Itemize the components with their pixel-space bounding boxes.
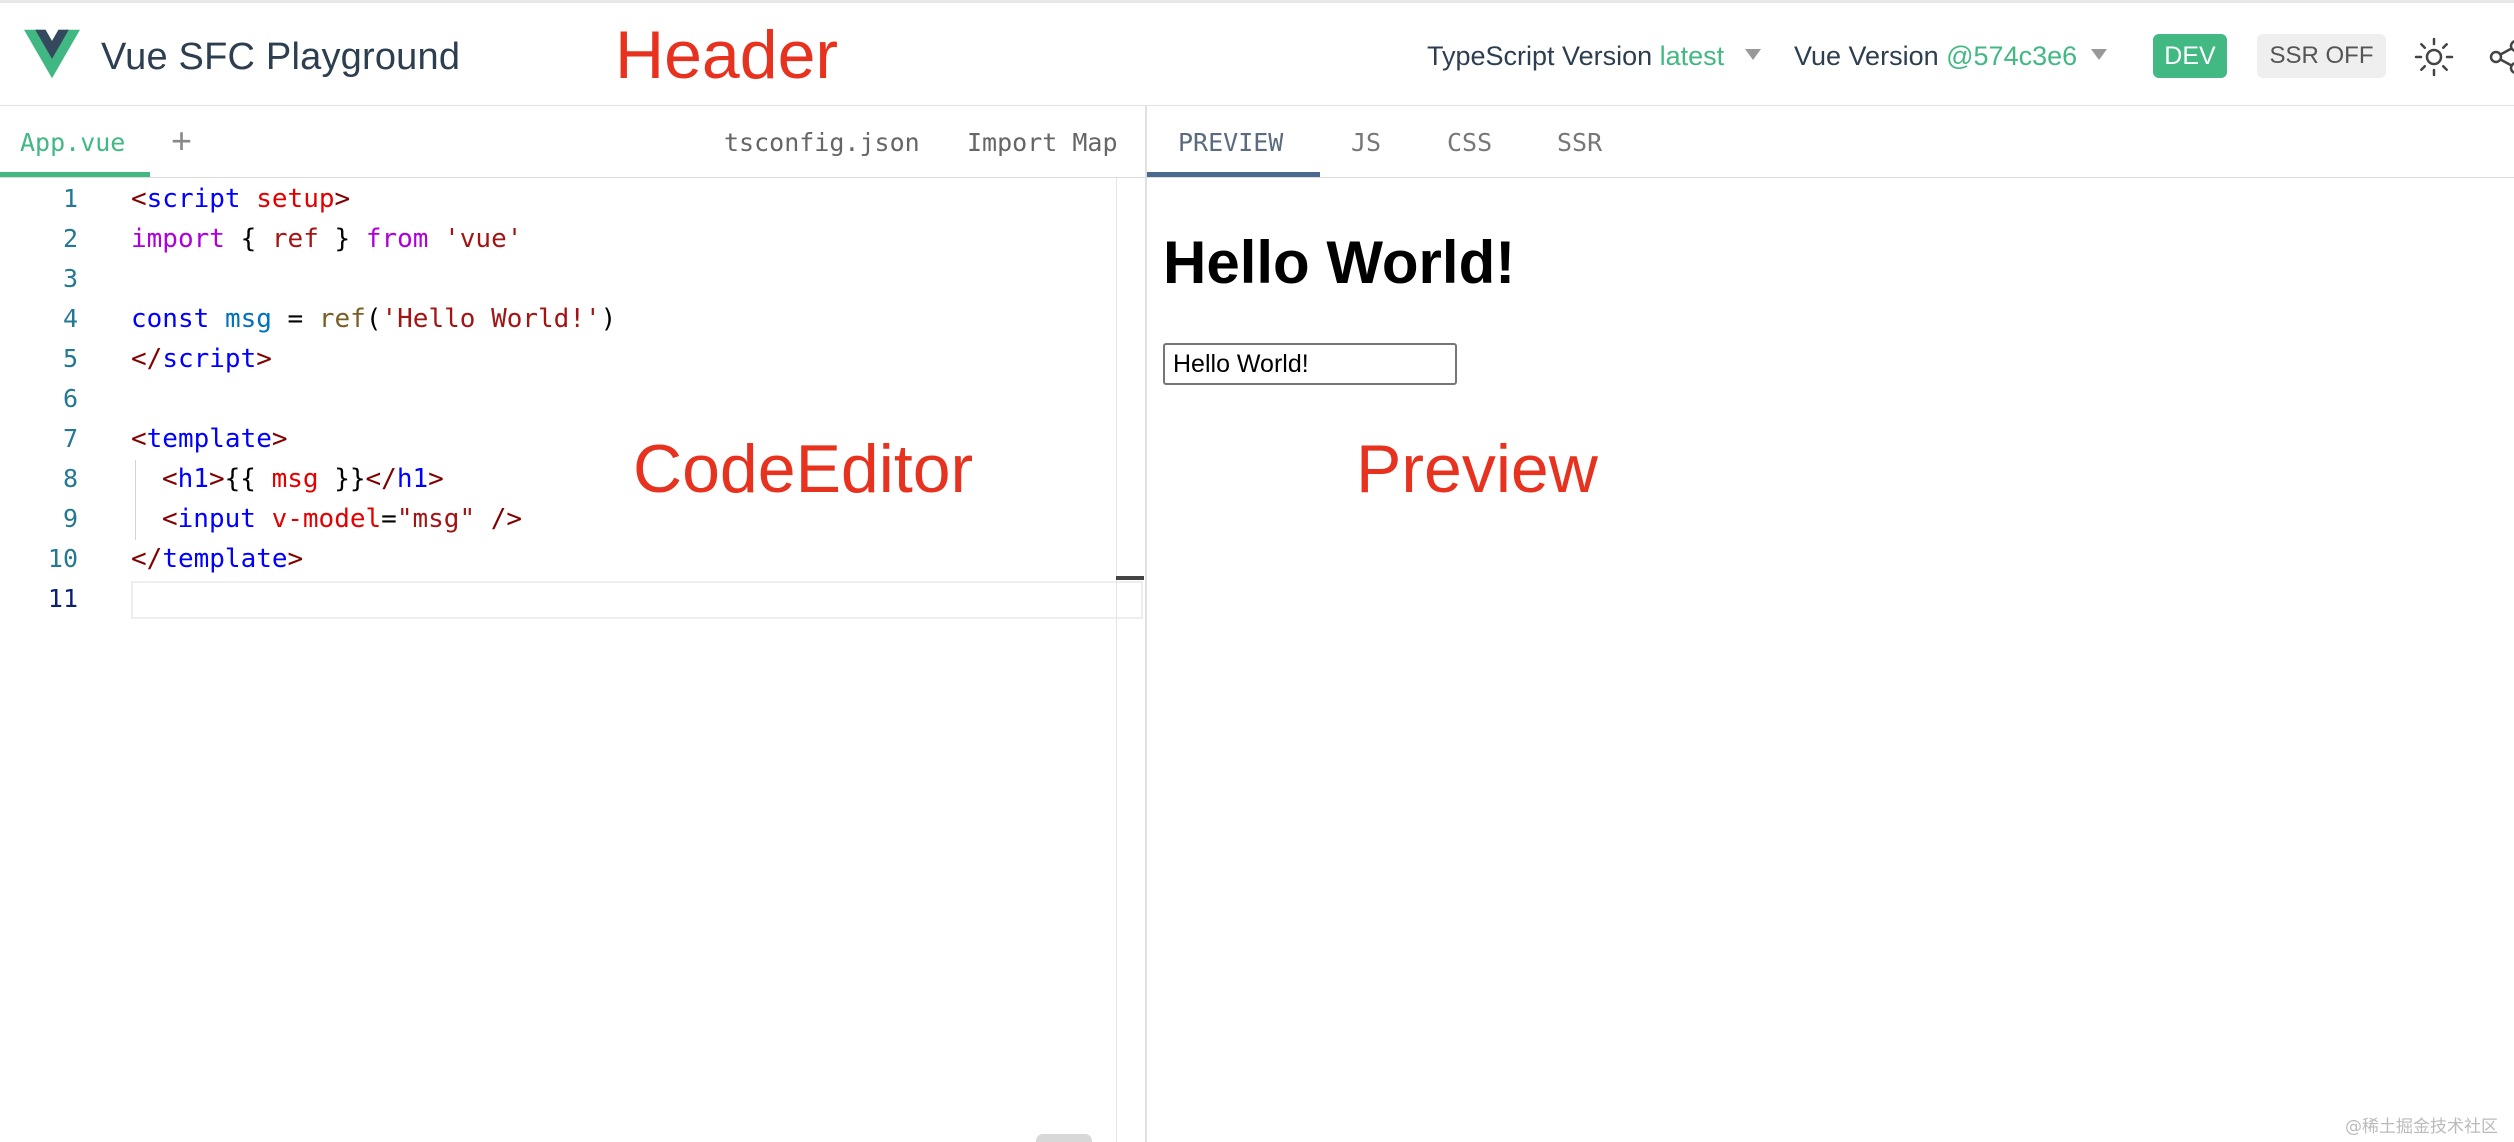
vue-chevron-down-icon[interactable] <box>2091 49 2107 60</box>
vue-logo-icon[interactable] <box>24 29 80 79</box>
share-icon[interactable] <box>2486 37 2514 77</box>
add-file-icon[interactable]: + <box>171 120 192 162</box>
preview-heading: Hello World! <box>1163 229 1516 296</box>
header-annotation: Header <box>615 17 839 93</box>
code-line: <input v-model="msg" /> <box>162 504 523 534</box>
line-number-current: 11 <box>47 584 78 613</box>
active-tab-indicator <box>0 172 150 177</box>
line-number: 2 <box>62 224 78 253</box>
active-output-tab-indicator <box>1147 172 1320 177</box>
code-editor-annotation: CodeEditor <box>633 431 974 507</box>
typescript-version-select[interactable]: TypeScript Version latest <box>1427 41 1724 72</box>
line-number: 1 <box>62 184 78 213</box>
preview-message-input[interactable] <box>1163 343 1457 385</box>
sun-icon[interactable] <box>2414 37 2454 77</box>
vue-version-value: @574c3e6 <box>1946 41 2078 71</box>
line-number: 4 <box>62 304 78 333</box>
code-line: import { ref } from 'vue' <box>131 224 523 254</box>
tab-css[interactable]: CSS <box>1447 128 1492 157</box>
code-line: const msg = ref('Hello World!') <box>131 304 617 334</box>
indent-guide <box>135 460 136 540</box>
tab-app-vue[interactable]: App.vue <box>20 128 125 157</box>
tab-tsconfig[interactable]: tsconfig.json <box>724 128 920 157</box>
output-tab-bar: PREVIEW JS CSS SSR <box>1147 106 2514 178</box>
typescript-version-value: latest <box>1659 41 1725 71</box>
editor-minimap-border <box>1116 178 1117 1142</box>
scrollbar-overview-marker <box>1116 576 1144 580</box>
code-line: </script> <box>131 344 272 374</box>
preview-pane: Hello World! <box>1147 178 2514 1142</box>
tab-ssr[interactable]: SSR <box>1557 128 1602 157</box>
typescript-version-label: TypeScript Version <box>1427 41 1653 71</box>
tab-import-map[interactable]: Import Map <box>967 128 1118 157</box>
line-number: 7 <box>62 424 78 453</box>
code-editor[interactable]: 1 2 3 4 5 6 7 8 9 10 11 <script setup> i… <box>0 178 1145 1142</box>
app-title: Vue SFC Playground <box>101 36 461 78</box>
file-tab-bar: App.vue + tsconfig.json Import Map <box>0 106 1145 178</box>
code-line: <script setup> <box>131 184 351 214</box>
code-line: <h1>{{ msg }}</h1> <box>162 464 444 494</box>
typescript-chevron-down-icon[interactable] <box>1745 49 1761 60</box>
code-line: <template> <box>131 424 288 454</box>
preview-annotation: Preview <box>1356 431 1598 507</box>
line-number: 9 <box>62 504 78 533</box>
vue-version-label: Vue Version <box>1794 41 1939 71</box>
app-header: Vue SFC Playground TypeScript Version la… <box>0 0 2514 106</box>
code-line: </template> <box>131 544 304 574</box>
tab-js[interactable]: JS <box>1351 128 1381 157</box>
editor-scroll-handle[interactable] <box>1036 1134 1092 1142</box>
line-number: 5 <box>62 344 78 373</box>
watermark: @稀土掘金技术社区 <box>2345 1117 2498 1137</box>
tab-preview[interactable]: PREVIEW <box>1178 128 1283 157</box>
line-number: 10 <box>47 544 78 573</box>
line-number: 8 <box>62 464 78 493</box>
vue-version-select[interactable]: Vue Version @574c3e6 <box>1794 41 2077 72</box>
line-number: 3 <box>62 264 78 293</box>
dev-toggle-button[interactable]: DEV <box>2153 34 2227 78</box>
ssr-toggle-button[interactable]: SSR OFF <box>2257 34 2386 78</box>
current-line-highlight <box>131 581 1143 619</box>
line-number: 6 <box>62 384 78 413</box>
